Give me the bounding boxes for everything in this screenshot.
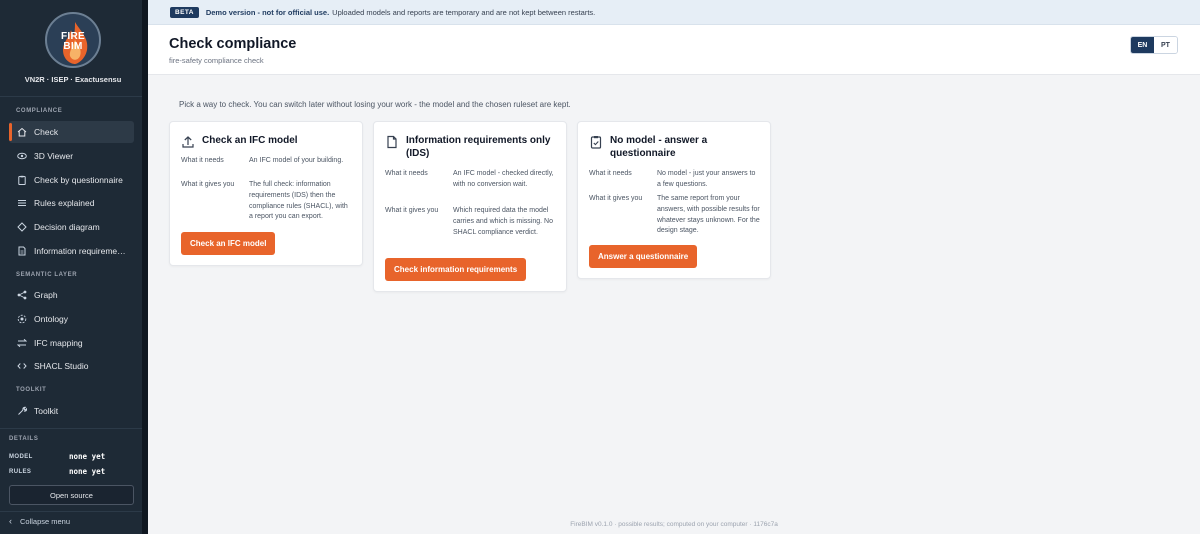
clipboard-check-icon bbox=[589, 135, 603, 149]
organization-label: VN2R · ISEP · Exactusensu bbox=[24, 75, 122, 84]
intro-text: Pick a way to check. You can switch late… bbox=[179, 100, 571, 109]
sidebar-item-label: 3D Viewer bbox=[34, 151, 74, 161]
card-header: Check an IFC model bbox=[181, 134, 352, 149]
list-icon bbox=[17, 198, 27, 208]
gives-label: What it gives you bbox=[181, 181, 235, 188]
sidebar-item-label: Check by questionnaire bbox=[34, 175, 123, 185]
page-title: Check compliance bbox=[169, 36, 297, 52]
answer-questionnaire-button[interactable]: Answer a questionnaire bbox=[589, 245, 698, 268]
banner-warning: Demo version - not for official use. bbox=[205, 7, 330, 17]
language-switcher: EN PT bbox=[1130, 36, 1178, 54]
sidebar-item-label: Ontology bbox=[34, 314, 69, 324]
sidebar-item-toolkit[interactable]: Toolkit bbox=[9, 400, 134, 422]
chevron-left-icon: ‹ bbox=[9, 516, 12, 526]
sidebar-item-label: Toolkit bbox=[34, 406, 59, 416]
footer-text: FireBIM v0.1.0 · possible results; compu… bbox=[570, 521, 778, 528]
sidebar-item-shacl-studio[interactable]: SHACL Studio bbox=[9, 355, 134, 377]
sidebar-item-label: IFC mapping bbox=[34, 338, 83, 348]
sidebar-item-check[interactable]: Check bbox=[9, 121, 134, 143]
beta-badge: BETA bbox=[170, 6, 199, 18]
logo-text: FIRE BIM bbox=[47, 32, 99, 52]
open-source-button[interactable]: Open source bbox=[9, 485, 134, 505]
sidebar-item-graph[interactable]: Graph bbox=[9, 284, 134, 306]
gives-value: Which required data the model carries an… bbox=[453, 207, 553, 236]
check-information-requirements-button[interactable]: Check information requirements bbox=[385, 258, 527, 281]
wrench-icon bbox=[17, 406, 27, 416]
card-information-requirements: Information requirements only (IDS) What… bbox=[373, 121, 567, 292]
collapse-menu-label: Collapse menu bbox=[20, 516, 71, 526]
card-title: No model - answer a questionnaire bbox=[610, 135, 708, 159]
sidebar: FIRE BIM VN2R · ISEP · Exactusensu COMPL… bbox=[0, 0, 147, 534]
sidebar-item-ontology[interactable]: Ontology bbox=[9, 308, 134, 330]
section-title-compliance: COMPLIANCE bbox=[16, 108, 63, 114]
gives-label: What it gives you bbox=[385, 207, 439, 214]
section-title-details: DETAILS bbox=[9, 436, 39, 442]
details-model-label: MODEL bbox=[9, 454, 33, 460]
sidebar-item-label: Graph bbox=[34, 290, 58, 300]
page-subtitle: fire-safety compliance check bbox=[169, 56, 264, 65]
details-rules-value: none yet bbox=[69, 467, 106, 476]
sidebar-edge bbox=[142, 0, 148, 534]
logo-text-bim: BIM bbox=[63, 41, 83, 52]
page-header: Check compliance fire-safety compliance … bbox=[148, 25, 1200, 75]
details-rules-label: RULES bbox=[9, 469, 32, 475]
collapse-menu-button[interactable]: ‹ Collapse menu bbox=[9, 516, 70, 526]
divider bbox=[0, 428, 146, 429]
home-icon bbox=[17, 127, 27, 137]
sidebar-item-label: Rules explained bbox=[34, 198, 95, 208]
check-ifc-model-button[interactable]: Check an IFC model bbox=[181, 232, 276, 255]
brand: FIRE BIM VN2R · ISEP · Exactusensu bbox=[0, 0, 146, 97]
demo-banner: BETA Demo version - not for official use… bbox=[148, 0, 1200, 25]
graph-icon bbox=[17, 290, 27, 300]
card-questionnaire: No model - answer a questionnaire What i… bbox=[577, 121, 771, 279]
diagram-icon bbox=[17, 222, 27, 232]
card-header: Information requirements only (IDS) bbox=[385, 134, 556, 160]
sidebar-item-rules-explained[interactable]: Rules explained bbox=[9, 192, 134, 214]
banner-text: Uploaded models and reports are temporar… bbox=[332, 7, 596, 17]
gives-value: The full check: information requirements… bbox=[249, 181, 348, 221]
document-icon bbox=[385, 135, 399, 149]
section-title-toolkit: TOOLKIT bbox=[16, 387, 47, 393]
needs-label: What it needs bbox=[181, 157, 224, 164]
gives-label: What it gives you bbox=[589, 195, 643, 202]
needs-value: An IFC model of your building. bbox=[249, 157, 344, 164]
sidebar-item-information-requirements[interactable]: Information requireme… bbox=[9, 240, 134, 262]
sidebar-item-label: Decision diagram bbox=[34, 222, 100, 232]
card-title: Information requirements only (IDS) bbox=[406, 135, 551, 159]
mapping-icon bbox=[17, 338, 27, 348]
sidebar-item-ifc-mapping[interactable]: IFC mapping bbox=[9, 332, 134, 354]
needs-value: No model - just your answers to a few qu… bbox=[657, 170, 756, 188]
details-model-value: none yet bbox=[69, 452, 106, 461]
sidebar-item-label: SHACL Studio bbox=[34, 361, 89, 371]
gives-value: The same report from your answers, with … bbox=[657, 195, 760, 235]
ontology-icon bbox=[17, 314, 27, 324]
document-icon bbox=[17, 246, 27, 256]
sidebar-item-label: Information requireme… bbox=[34, 246, 126, 256]
upload-icon bbox=[181, 135, 195, 149]
sidebar-item-decision-diagram[interactable]: Decision diagram bbox=[9, 216, 134, 238]
needs-value: An IFC model - checked directly, with no… bbox=[453, 170, 554, 188]
clipboard-icon bbox=[17, 175, 27, 185]
eye-icon bbox=[17, 151, 27, 161]
card-title: Check an IFC model bbox=[202, 135, 298, 146]
section-title-semantic: SEMANTIC LAYER bbox=[16, 272, 78, 278]
firebim-logo: FIRE BIM bbox=[45, 12, 101, 68]
needs-label: What it needs bbox=[385, 170, 428, 177]
code-icon bbox=[17, 361, 27, 371]
sidebar-item-label: Check bbox=[34, 127, 59, 137]
sidebar-item-questionnaire[interactable]: Check by questionnaire bbox=[9, 169, 134, 191]
lang-pt-button[interactable]: PT bbox=[1154, 37, 1177, 53]
needs-label: What it needs bbox=[589, 170, 632, 177]
lang-en-button[interactable]: EN bbox=[1131, 37, 1154, 53]
card-header: No model - answer a questionnaire bbox=[589, 134, 760, 160]
sidebar-item-3d-viewer[interactable]: 3D Viewer bbox=[9, 145, 134, 167]
card-ifc-model: Check an IFC model What it needs An IFC … bbox=[169, 121, 363, 266]
divider bbox=[0, 511, 146, 512]
